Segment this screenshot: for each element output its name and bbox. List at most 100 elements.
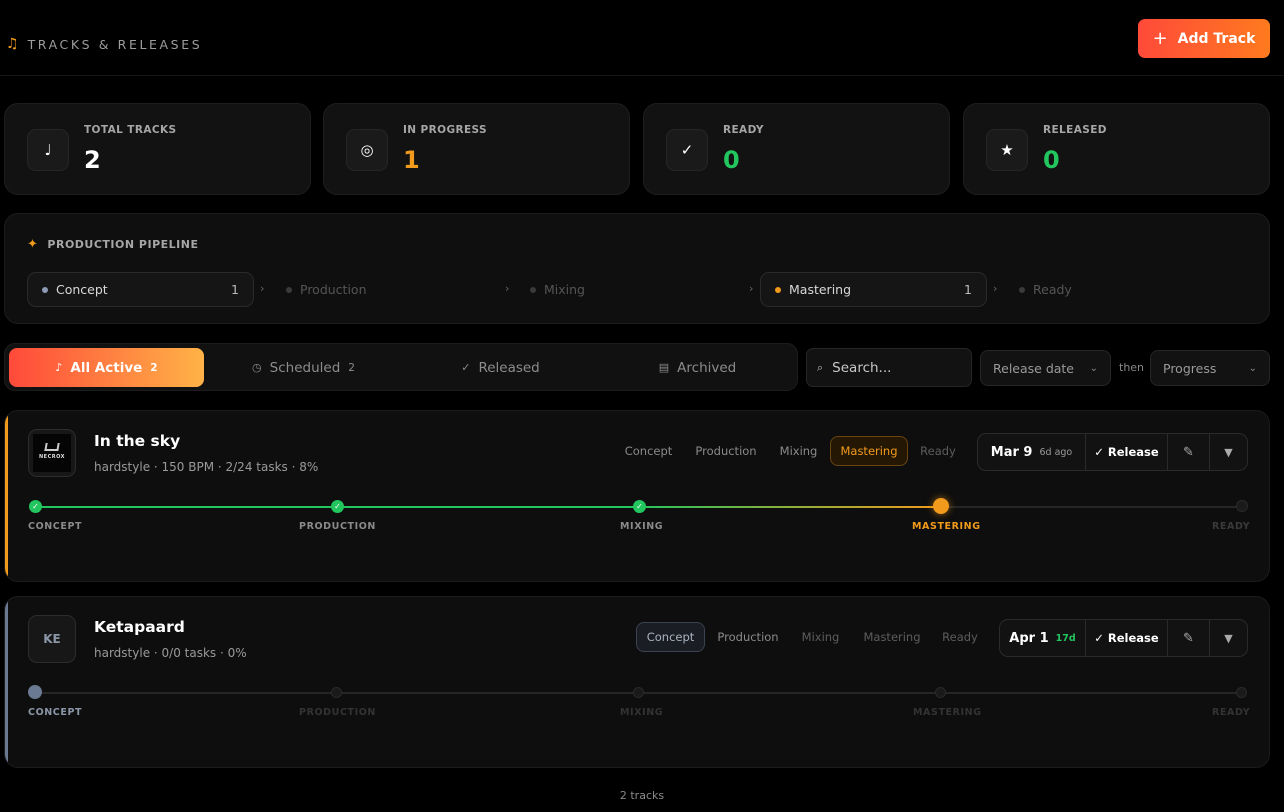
- stage-chip-mixing[interactable]: Mixing: [770, 436, 827, 466]
- tab-released[interactable]: ✓ Released: [403, 348, 598, 387]
- stage-count: 1: [231, 282, 239, 297]
- search-input[interactable]: [832, 359, 958, 376]
- track-name[interactable]: Ketapaard: [94, 618, 185, 636]
- stage-node-complete: ✓: [29, 500, 42, 513]
- stage-chip-concept[interactable]: Concept: [636, 622, 705, 652]
- edit-icon[interactable]: ✎: [1168, 620, 1210, 656]
- stage-node-current: [933, 498, 949, 514]
- stage-node-complete: ✓: [331, 500, 344, 513]
- stat-card-ready: ✓ READY 0: [643, 103, 950, 195]
- stage-node-pending: [1236, 500, 1248, 512]
- stat-card-total-tracks: ♩ TOTAL TRACKS 2: [4, 103, 311, 195]
- sort-secondary-select[interactable]: Progress ⌄: [1150, 350, 1270, 386]
- progress-track-empty: [940, 506, 1242, 508]
- stat-label: TOTAL TRACKS: [84, 124, 177, 136]
- add-track-button[interactable]: + Add Track: [1138, 19, 1270, 58]
- music-note-icon: ♫: [6, 36, 19, 52]
- track-artwork: KE: [28, 615, 76, 663]
- clock-icon: ◷: [252, 361, 262, 374]
- release-date-countdown: 17d: [1055, 632, 1076, 644]
- stage-chip-ready[interactable]: Ready: [913, 436, 963, 466]
- stage-label: Mastering: [789, 282, 852, 297]
- sort-primary-select[interactable]: Release date ⌄: [980, 350, 1111, 386]
- tab-label: All Active: [70, 359, 143, 376]
- stage-chip-mastering[interactable]: Mastering: [830, 436, 908, 466]
- stat-label: RELEASED: [1043, 124, 1107, 136]
- stage-chip-production[interactable]: Production: [709, 622, 787, 652]
- archive-icon: ▤: [658, 361, 670, 374]
- artwork-logo: NECROX: [38, 454, 66, 460]
- pipeline-stage-mastering[interactable]: Mastering 1: [760, 272, 987, 307]
- track-percent: · 0%: [216, 646, 247, 660]
- pipeline-stage-production[interactable]: Production: [272, 272, 499, 307]
- track-card[interactable]: NECROX In the sky hardstyle · 150 BPM · …: [4, 410, 1270, 582]
- stage-chip-production[interactable]: Production: [687, 436, 765, 466]
- pipeline-stage-concept[interactable]: Concept 1: [27, 272, 254, 307]
- note-icon: ♪: [55, 361, 63, 374]
- release-button[interactable]: ✓ Release: [1086, 620, 1168, 656]
- stage-node-pending: [1236, 687, 1247, 698]
- pipeline-stage-ready[interactable]: Ready: [1005, 272, 1245, 307]
- track-bpm: · 150 BPM: [150, 460, 215, 474]
- track-card[interactable]: KE Ketapaard hardstyle · 0/0 tasks · 0% …: [4, 596, 1270, 768]
- stage-node-current: [28, 685, 42, 699]
- chevron-right-icon: ›: [260, 282, 265, 295]
- check-icon: ✓: [666, 129, 708, 171]
- stage-dot: [775, 286, 781, 293]
- stage-dot: [530, 286, 536, 293]
- sort-connector: then: [1119, 361, 1145, 374]
- stage-chip-mixing[interactable]: Mixing: [792, 622, 849, 652]
- track-tasks: · 2/24 tasks: [214, 460, 288, 474]
- track-tasks: · 0/0 tasks: [150, 646, 217, 660]
- release-date[interactable]: Mar 9 6d ago: [978, 434, 1086, 470]
- release-button[interactable]: ✓ Release: [1086, 434, 1168, 470]
- search-box: ⌕: [806, 348, 972, 387]
- add-track-label: Add Track: [1177, 30, 1256, 47]
- stat-card-in-progress: ◎ IN PROGRESS 1: [323, 103, 630, 195]
- stage-dot: [1019, 286, 1025, 293]
- dropdown-icon[interactable]: ▼: [1210, 434, 1247, 470]
- chevron-down-icon: ⌄: [1089, 362, 1098, 374]
- chevron-down-icon: ⌄: [1248, 362, 1257, 374]
- target-icon: ◎: [346, 129, 388, 171]
- progress-label-ready: READY: [1212, 707, 1251, 718]
- edit-icon[interactable]: ✎: [1168, 434, 1210, 470]
- pipeline-stage-mixing[interactable]: Mixing: [516, 272, 743, 307]
- progress-label-mastering: MASTERING: [913, 707, 982, 718]
- progress-label-concept: CONCEPT: [28, 521, 83, 532]
- release-date-relative: 6d ago: [1039, 446, 1073, 458]
- chevron-right-icon: ›: [993, 282, 998, 295]
- stat-value: 0: [723, 146, 740, 174]
- tab-scheduled[interactable]: ◷ Scheduled 2: [206, 348, 401, 387]
- track-stripe: [5, 411, 8, 581]
- progress-label-production: PRODUCTION: [299, 707, 376, 718]
- tab-all-active[interactable]: ♪ All Active 2: [9, 348, 204, 387]
- stage-node-pending: [633, 687, 644, 698]
- search-icon: ⌕: [817, 360, 824, 374]
- stage-chip-concept[interactable]: Concept: [615, 436, 682, 466]
- track-name[interactable]: In the sky: [94, 432, 180, 450]
- pipeline-title-text: PRODUCTION PIPELINE: [47, 238, 199, 251]
- chevron-right-icon: ›: [749, 282, 754, 295]
- release-date[interactable]: Apr 1 17d: [1000, 620, 1086, 656]
- sparkle-icon: ✦: [27, 237, 39, 252]
- progress-label-concept: CONCEPT: [28, 707, 83, 718]
- stat-label: IN PROGRESS: [403, 124, 487, 136]
- progress-label-ready: READY: [1212, 521, 1251, 532]
- tab-archived[interactable]: ▤ Archived: [600, 348, 795, 387]
- stage-label: Concept: [56, 282, 108, 297]
- page-header: ♫ TRACKS & RELEASES + Add Track: [0, 0, 1284, 76]
- stage-label: Mixing: [544, 282, 585, 297]
- stage-chip-mastering[interactable]: Mastering: [853, 622, 931, 652]
- track-actions: Apr 1 17d ✓ Release ✎ ▼: [999, 619, 1248, 657]
- tab-label: Released: [478, 359, 540, 376]
- dropdown-icon[interactable]: ▼: [1210, 620, 1247, 656]
- chevron-right-icon: ›: [505, 282, 510, 295]
- stat-value: 2: [84, 146, 101, 174]
- filter-tabs: ♪ All Active 2 ◷ Scheduled 2 ✓ Released …: [4, 343, 798, 391]
- stage-chip-ready[interactable]: Ready: [935, 622, 985, 652]
- progress-label-mixing: MIXING: [620, 521, 664, 532]
- stage-node-complete: ✓: [633, 500, 646, 513]
- progress-label-mixing: MIXING: [620, 707, 664, 718]
- app-title-text: TRACKS & RELEASES: [27, 36, 203, 52]
